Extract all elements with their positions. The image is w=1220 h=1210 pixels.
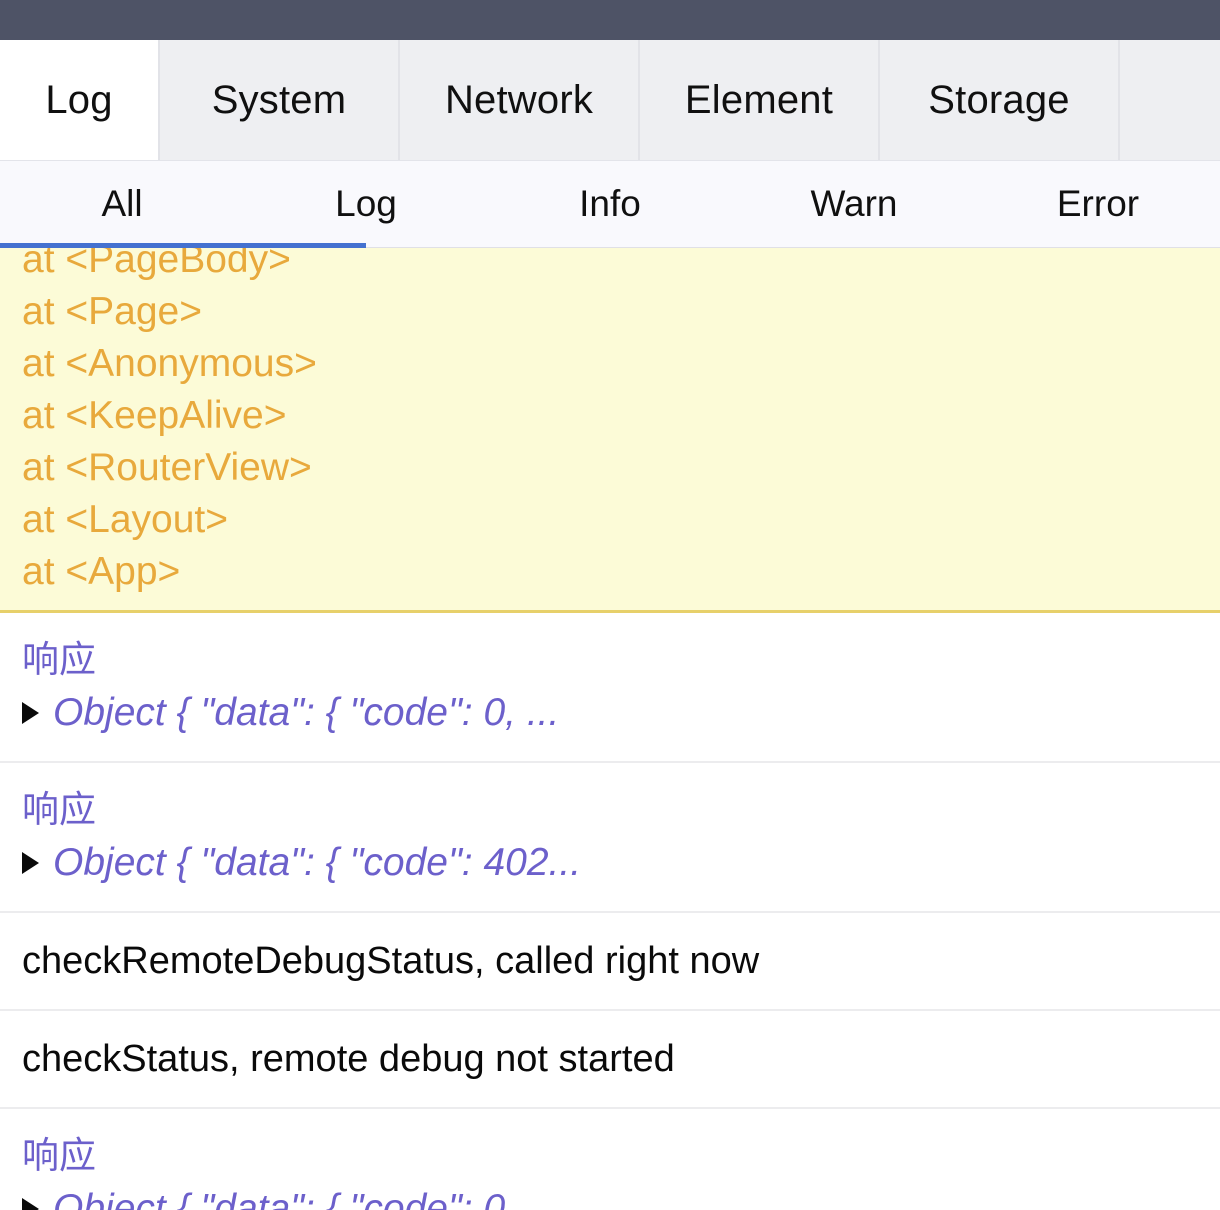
expand-triangle-icon[interactable]	[22, 852, 39, 874]
console-entry-label: 响应	[22, 1135, 96, 1176]
console-entry-warning[interactable]: at <PageBody> at <Page> at <Anonymous> a…	[0, 248, 1220, 613]
warning-stack-line: at <Anonymous>	[22, 342, 317, 385]
object-preview-row[interactable]: Object { "data": { "code": 0, ...	[22, 1183, 1220, 1210]
console-message-text: checkRemoteDebugStatus, called right now	[22, 940, 760, 982]
console-entry-object[interactable]: 响应 Object { "data": { "code": 0, ...	[0, 613, 1220, 763]
filter-all-label: All	[101, 183, 143, 224]
object-preview-text: Object { "data": { "code": 402...	[53, 841, 582, 884]
tab-element[interactable]: Element	[640, 40, 880, 160]
tab-network-label: Network	[444, 77, 594, 122]
tab-element-label: Element	[684, 77, 834, 122]
main-tab-bar: Log System Network Element Storage	[0, 40, 1220, 160]
filter-error[interactable]: Error	[976, 161, 1220, 247]
filter-log-label: Log	[335, 183, 397, 224]
object-preview-text: Object { "data": { "code": 0, ...	[53, 691, 560, 734]
console-message-text: checkStatus, remote debug not started	[22, 1038, 675, 1080]
filter-info[interactable]: Info	[488, 161, 732, 247]
tab-storage-label: Storage	[928, 77, 1070, 122]
console-entry-object[interactable]: 响应 Object { "data": { "code": 402...	[0, 763, 1220, 913]
console-entry-text[interactable]: checkStatus, remote debug not started	[0, 1011, 1220, 1109]
filter-all[interactable]: All	[0, 161, 366, 248]
tab-system-label: System	[211, 77, 347, 122]
warning-stack-line: at <Page>	[22, 290, 202, 333]
console-entry-object[interactable]: 响应 Object { "data": { "code": 0, ...	[0, 1109, 1220, 1210]
filter-warn-label: Warn	[810, 183, 898, 224]
expand-triangle-icon[interactable]	[22, 1198, 39, 1210]
warning-stack-line: at <App>	[22, 550, 181, 593]
tab-network[interactable]: Network	[400, 40, 640, 160]
filter-info-label: Info	[579, 183, 641, 224]
object-preview-row[interactable]: Object { "data": { "code": 0, ...	[22, 687, 1220, 739]
console-log-list[interactable]: at <PageBody> at <Page> at <Anonymous> a…	[0, 248, 1220, 1210]
warning-stack-line: at <PageBody>	[22, 248, 291, 281]
window-status-bar	[0, 0, 1220, 40]
object-preview-row[interactable]: Object { "data": { "code": 402...	[22, 837, 1220, 889]
console-entry-label: 响应	[22, 789, 96, 830]
tab-log-label: Log	[45, 77, 113, 122]
warning-stack-line: at <RouterView>	[22, 446, 312, 489]
console-entry-text[interactable]: checkRemoteDebugStatus, called right now	[0, 913, 1220, 1011]
console-entry-label: 响应	[22, 639, 96, 680]
tab-system[interactable]: System	[160, 40, 400, 160]
devtools-console-panel: Log System Network Element Storage All L…	[0, 0, 1220, 1210]
warning-stack-line: at <Layout>	[22, 498, 229, 541]
log-level-filter-bar: All Log Info Warn Error	[0, 160, 1220, 248]
filter-warn[interactable]: Warn	[732, 161, 976, 247]
tab-storage[interactable]: Storage	[880, 40, 1120, 160]
expand-triangle-icon[interactable]	[22, 702, 39, 724]
tab-log[interactable]: Log	[0, 40, 160, 160]
object-preview-text: Object { "data": { "code": 0, ...	[53, 1187, 560, 1210]
tab-overflow-area[interactable]	[1120, 40, 1220, 160]
filter-log[interactable]: Log	[244, 161, 488, 247]
warning-stack-line: at <KeepAlive>	[22, 394, 287, 437]
filter-error-label: Error	[1056, 183, 1140, 224]
